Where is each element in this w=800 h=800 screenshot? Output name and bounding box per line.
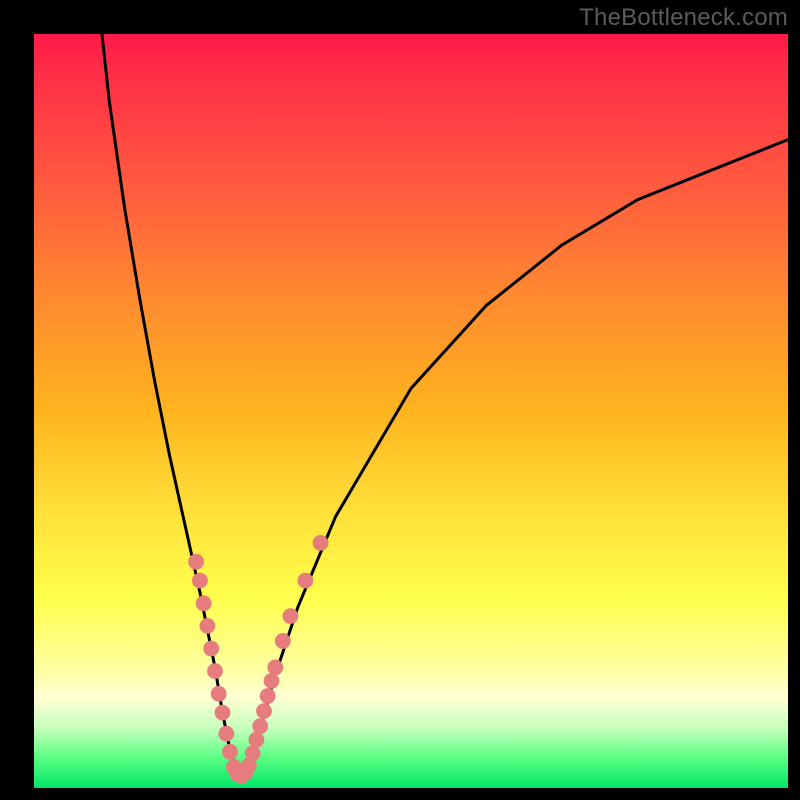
data-marker (215, 705, 231, 721)
data-marker (211, 686, 227, 702)
data-marker (264, 673, 280, 689)
marker-group (188, 535, 328, 784)
data-marker (249, 732, 265, 748)
data-marker (200, 618, 216, 634)
data-marker (245, 745, 261, 761)
data-marker (196, 595, 212, 611)
plot-area (34, 34, 788, 788)
data-marker (283, 608, 299, 624)
data-marker (298, 573, 314, 589)
data-marker (218, 726, 234, 742)
data-marker (203, 641, 219, 657)
curve-svg (34, 34, 788, 788)
data-marker (256, 703, 272, 719)
data-marker (313, 535, 329, 551)
data-marker (192, 573, 208, 589)
data-marker (207, 663, 223, 679)
data-marker (275, 633, 291, 649)
data-marker (252, 718, 268, 734)
watermark-label: TheBottleneck.com (579, 4, 788, 32)
data-marker (267, 660, 283, 676)
data-marker (222, 744, 238, 760)
bottleneck-curve (102, 34, 788, 773)
chart-stage: TheBottleneck.com (0, 0, 800, 800)
data-marker (188, 554, 204, 570)
data-marker (260, 688, 276, 704)
